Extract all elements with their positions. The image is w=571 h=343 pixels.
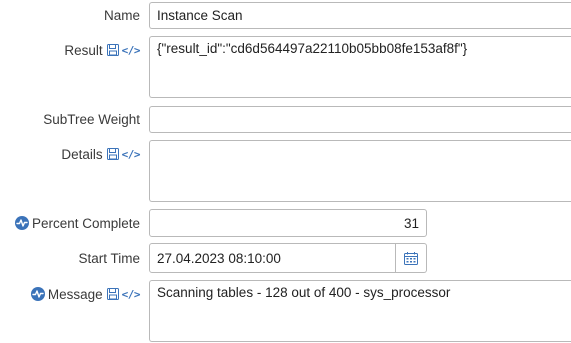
result-field[interactable]: {"result_id":"cd6d564497a22110b05bb08fe1… xyxy=(149,36,571,98)
activity-icon[interactable] xyxy=(14,216,29,230)
message-field[interactable]: Scanning tables - 128 out of 400 - sys_p… xyxy=(149,280,571,342)
result-row: Result </> {"result_id":"cd6d564497a2211… xyxy=(0,36,571,98)
code-icon[interactable]: </> xyxy=(122,148,141,161)
percent-complete-field[interactable]: 31 xyxy=(149,209,427,237)
subtree-weight-label: SubTree Weight xyxy=(43,104,140,134)
subtree-weight-label-text: SubTree Weight xyxy=(43,111,140,127)
message-value: Scanning tables - 128 out of 400 - sys_p… xyxy=(157,285,451,300)
subtree-weight-row: SubTree Weight xyxy=(0,104,571,134)
name-value: Instance Scan xyxy=(157,8,243,23)
save-icon[interactable] xyxy=(106,288,119,300)
record-form: Name Instance Scan Result </> {"result_i… xyxy=(0,0,571,343)
message-label-text: Message xyxy=(47,286,103,302)
result-value: {"result_id":"cd6d564497a22110b05bb08fe1… xyxy=(157,41,468,56)
details-field[interactable] xyxy=(149,140,571,202)
percent-complete-row: Percent Complete 31 xyxy=(0,208,571,238)
details-label: Details </> xyxy=(61,144,140,164)
name-label: Name xyxy=(104,0,140,30)
save-icon[interactable] xyxy=(106,148,119,160)
calendar-icon xyxy=(404,251,418,265)
start-time-label-text: Start Time xyxy=(78,250,140,266)
details-label-text: Details xyxy=(61,146,103,162)
name-field[interactable]: Instance Scan xyxy=(149,2,571,29)
start-time-label: Start Time xyxy=(78,242,140,274)
start-time-row: Start Time 27.04.2023 08:10:00 xyxy=(0,242,571,274)
save-icon[interactable] xyxy=(106,44,119,56)
result-label: Result </> xyxy=(64,40,140,60)
start-time-value: 27.04.2023 08:10:00 xyxy=(157,250,281,266)
name-label-text: Name xyxy=(103,7,140,23)
details-row: Details </> xyxy=(0,140,571,202)
subtree-weight-field[interactable] xyxy=(149,106,571,133)
percent-complete-label-text: Percent Complete xyxy=(31,215,140,231)
percent-complete-label: Percent Complete xyxy=(14,208,140,238)
message-label: Message </> xyxy=(30,284,141,304)
code-icon[interactable]: </> xyxy=(122,44,141,57)
name-row: Name Instance Scan xyxy=(0,0,571,30)
activity-icon[interactable] xyxy=(30,287,45,301)
start-time-field[interactable]: 27.04.2023 08:10:00 xyxy=(149,243,396,273)
message-row: Message </> Scanning tables - 128 out of… xyxy=(0,280,571,342)
calendar-button[interactable] xyxy=(396,243,427,273)
percent-complete-value: 31 xyxy=(403,215,419,231)
code-icon[interactable]: </> xyxy=(122,288,141,301)
result-label-text: Result xyxy=(64,42,103,58)
